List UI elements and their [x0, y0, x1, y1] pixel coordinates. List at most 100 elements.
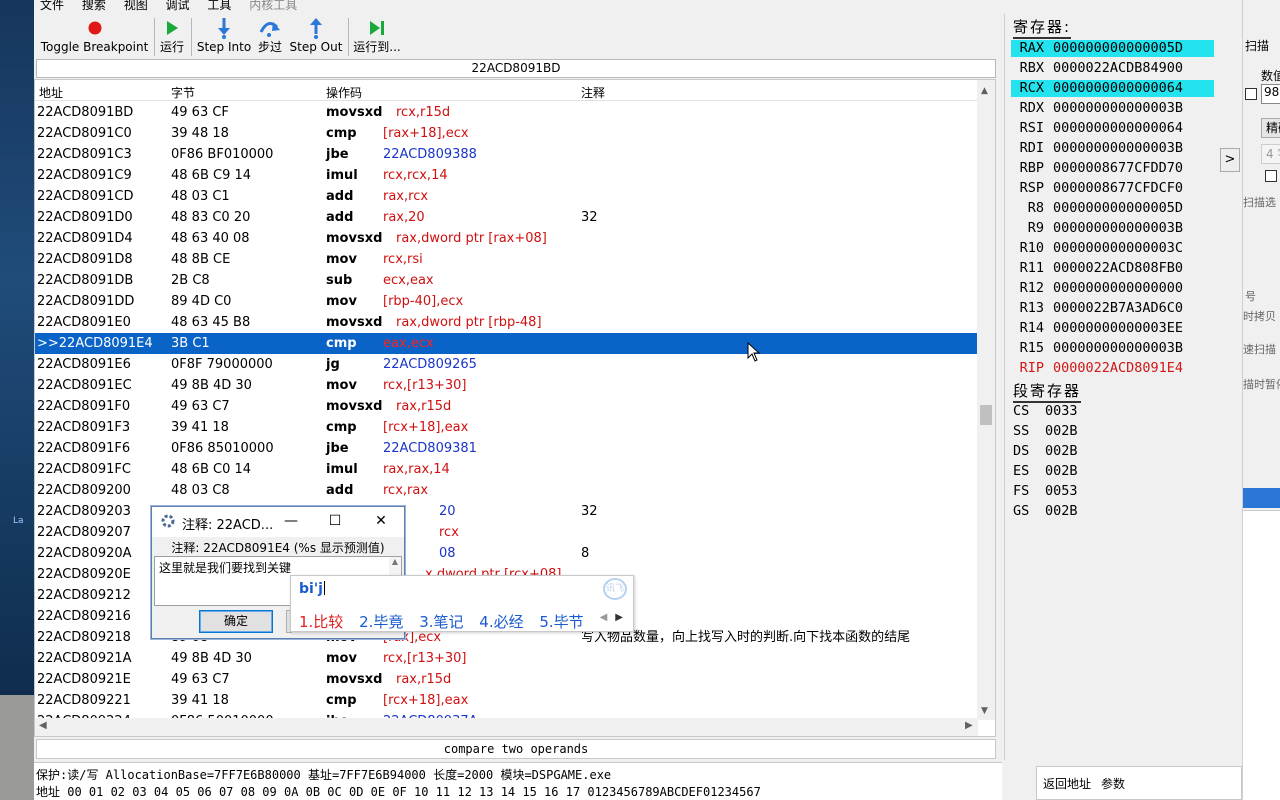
- ime-candidate[interactable]: 4.必经: [479, 613, 523, 631]
- horizontal-scrollbar[interactable]: ◀ ▶: [35, 718, 978, 736]
- instruction-row[interactable]: 22ACD8091CD 48 03 C1 add rax,rcx: [35, 186, 978, 207]
- debug-toolbar: Toggle Breakpoint 运行 Step Into 步过 Step O…: [34, 14, 1000, 58]
- instruction-row[interactable]: 22ACD8091F6 0F86 85010000 jbe 22ACD809381: [35, 438, 978, 459]
- instruction-row[interactable]: 22ACD8091F3 39 41 18 cmp [rcx+18],eax: [35, 417, 978, 438]
- maximize-icon[interactable]: ☐: [322, 511, 348, 531]
- instruction-row[interactable]: 22ACD8091C0 39 48 18 cmp [rax+18],ecx: [35, 123, 978, 144]
- register-r10[interactable]: R10 000000000000003C: [1005, 238, 1229, 258]
- hex-view[interactable]: 保护:读/写 AllocationBase=7FF7E6B80000 基址=7F…: [34, 762, 1002, 800]
- hex-checkbox[interactable]: [1245, 88, 1257, 100]
- value-type-select[interactable]: 4 字: [1261, 144, 1280, 164]
- toggle-breakpoint-button[interactable]: Toggle Breakpoint: [37, 16, 152, 58]
- column-address[interactable]: 地址: [39, 84, 63, 101]
- instruction-row[interactable]: 22ACD8091C3 0F86 BF010000 jbe 22ACD809388: [35, 144, 978, 165]
- column-comment[interactable]: 注释: [581, 84, 605, 101]
- register-rdi[interactable]: RDI 000000000000003B: [1005, 138, 1229, 158]
- params-column[interactable]: 参数: [1101, 775, 1125, 792]
- run-to-button[interactable]: 运行到...: [352, 16, 402, 58]
- segment-cs[interactable]: CS 0033: [1005, 401, 1225, 421]
- ime-candidate[interactable]: 2.毕竟: [359, 613, 403, 631]
- segment-ss[interactable]: SS 002B: [1005, 421, 1225, 441]
- register-rip[interactable]: RIP 0000022ACD8091E4: [1005, 358, 1229, 378]
- instruction-address: 22ACD8091DD: [37, 294, 135, 309]
- scroll-right-icon[interactable]: ▶: [965, 720, 973, 731]
- minimize-icon[interactable]: —: [278, 511, 304, 531]
- scroll-thumb[interactable]: [980, 405, 992, 425]
- vertical-scrollbar[interactable]: ▲ ▼: [977, 80, 995, 720]
- register-rdx[interactable]: RDX 000000000000003B: [1005, 98, 1229, 118]
- address-list[interactable]: [1243, 510, 1280, 800]
- ime-candidate[interactable]: 3.笔记: [419, 613, 463, 631]
- instruction-row[interactable]: 22ACD8091F0 49 63 C7 movsxd rax,r15d: [35, 396, 978, 417]
- dialog-titlebar[interactable]: 注释: 22ACD... — ☐ ✕: [152, 507, 404, 537]
- register-rcx[interactable]: RCX 0000000000000064: [1005, 78, 1229, 98]
- stack-trace-panel[interactable]: 返回地址 参数: [1036, 766, 1242, 800]
- instruction-row[interactable]: 22ACD80921E 49 63 C7 movsxd rax,r15d: [35, 669, 978, 690]
- instruction-row[interactable]: 22ACD8091E0 48 63 45 B8 movsxd rax,dword pt…: [35, 312, 978, 333]
- ok-button[interactable]: 确定: [199, 610, 273, 633]
- column-bytes[interactable]: 字节: [171, 84, 195, 101]
- instruction-row[interactable]: 22ACD8091EC 49 8B 4D 30 mov rcx,[r13+30]: [35, 375, 978, 396]
- next-page-icon[interactable]: ▶: [615, 612, 623, 623]
- selected-address-row[interactable]: [1243, 488, 1280, 508]
- close-icon[interactable]: ✕: [368, 511, 394, 531]
- step-into-button[interactable]: Step Into: [194, 16, 254, 58]
- menu-view[interactable]: 视图: [124, 0, 148, 11]
- register-r11[interactable]: R11 0000022ACD808FB0: [1005, 258, 1229, 278]
- segment-fs[interactable]: FS 0053: [1005, 481, 1225, 501]
- prev-page-icon[interactable]: ◀: [600, 612, 608, 623]
- register-r12[interactable]: R12 0000000000000000: [1005, 278, 1229, 298]
- menu-debug[interactable]: 调试: [166, 0, 190, 11]
- instruction-row[interactable]: 22ACD8091D4 48 63 40 08 movsxd rax,dword pt…: [35, 228, 978, 249]
- column-opcode[interactable]: 操作码: [326, 84, 362, 101]
- expand-button[interactable]: >: [1220, 148, 1240, 172]
- scan-type-select[interactable]: 精确: [1261, 118, 1280, 138]
- menu-kernel-tools[interactable]: 内核工具: [249, 0, 297, 11]
- register-rsi[interactable]: RSI 0000000000000064: [1005, 118, 1229, 138]
- instruction-row[interactable]: 22ACD80921A 49 8B 4D 30 mov rcx,[r13+30]: [35, 648, 978, 669]
- step-over-button[interactable]: 步过: [256, 16, 284, 58]
- ime-candidate[interactable]: 5.毕节: [539, 613, 583, 631]
- option-checkbox[interactable]: [1265, 170, 1277, 182]
- instruction-row[interactable]: 22ACD8091D0 48 83 C0 20 add rax,20 32: [35, 207, 978, 228]
- instruction-row[interactable]: 22ACD8091C9 48 6B C9 14 imul rcx,rcx,14: [35, 165, 978, 186]
- register-r14[interactable]: R14 00000000000003EE: [1005, 318, 1229, 338]
- return-address-column[interactable]: 返回地址: [1043, 775, 1091, 792]
- ime-candidate[interactable]: 1.比较: [299, 613, 343, 631]
- menu-file[interactable]: 文件: [40, 0, 64, 11]
- instruction-row[interactable]: 22ACD8091DD 89 4D C0 mov [rbp-40],ecx: [35, 291, 978, 312]
- register-name: RDI: [1019, 140, 1044, 156]
- instruction-row[interactable]: 22ACD809200 48 03 C8 add rcx,rax: [35, 480, 978, 501]
- segment-es[interactable]: ES 002B: [1005, 461, 1225, 481]
- run-button[interactable]: 运行: [156, 16, 188, 58]
- menu-search[interactable]: 搜索: [82, 0, 106, 11]
- segment-ds[interactable]: DS 002B: [1005, 441, 1225, 461]
- current-address-bar[interactable]: 22ACD8091BD: [36, 59, 996, 78]
- register-r15[interactable]: R15 000000000000003B: [1005, 338, 1229, 358]
- scroll-down-icon[interactable]: ▼: [981, 706, 988, 716]
- scroll-up-icon[interactable]: ▲: [981, 86, 988, 96]
- scroll-left-icon[interactable]: ◀: [39, 720, 47, 731]
- instruction-row[interactable]: 22ACD8091E6 0F8F 79000000 jg 22ACD809265: [35, 354, 978, 375]
- segment-gs[interactable]: GS 002B: [1005, 501, 1225, 521]
- instruction-row[interactable]: 22ACD809221 39 41 18 cmp [rcx+18],eax: [35, 690, 978, 711]
- register-rbp[interactable]: RBP 0000008677CFDD70: [1005, 158, 1229, 178]
- step-out-button[interactable]: Step Out: [288, 16, 344, 58]
- register-r9[interactable]: R9 000000000000003B: [1005, 218, 1229, 238]
- register-rax[interactable]: RAX 000000000000005D: [1005, 38, 1229, 58]
- instruction-row[interactable]: 22ACD8091D8 48 8B CE mov rcx,rsi: [35, 249, 978, 270]
- register-rbx[interactable]: RBX 0000022ACDB84900: [1005, 58, 1229, 78]
- register-value: 0000022ACD8091E4: [1053, 360, 1184, 376]
- instruction-row[interactable]: 22ACD8091BD 49 63 CF movsxd rcx,r15d: [35, 102, 978, 123]
- register-r13[interactable]: R13 0000022B7A3AD6C0: [1005, 298, 1229, 318]
- menu-tools[interactable]: 工具: [207, 0, 231, 11]
- register-rsp[interactable]: RSP 0000008677CFDCF0: [1005, 178, 1229, 198]
- instruction-row[interactable]: 22ACD8091FC 48 6B C0 14 imul rax,rax,14: [35, 459, 978, 480]
- instruction-address: 22ACD8091E0: [37, 315, 131, 330]
- instruction-row[interactable]: 22ACD8091DB 2B C8 sub ecx,eax: [35, 270, 978, 291]
- register-r8[interactable]: R8 000000000000005D: [1005, 198, 1229, 218]
- value-input[interactable]: 98: [1261, 84, 1280, 104]
- scan-label[interactable]: 扫描: [1245, 37, 1269, 54]
- segment-value: 002B: [1045, 463, 1078, 479]
- selected-instruction-row[interactable]: >>22ACD8091E4 3B C1 cmp eax,ecx: [35, 333, 978, 354]
